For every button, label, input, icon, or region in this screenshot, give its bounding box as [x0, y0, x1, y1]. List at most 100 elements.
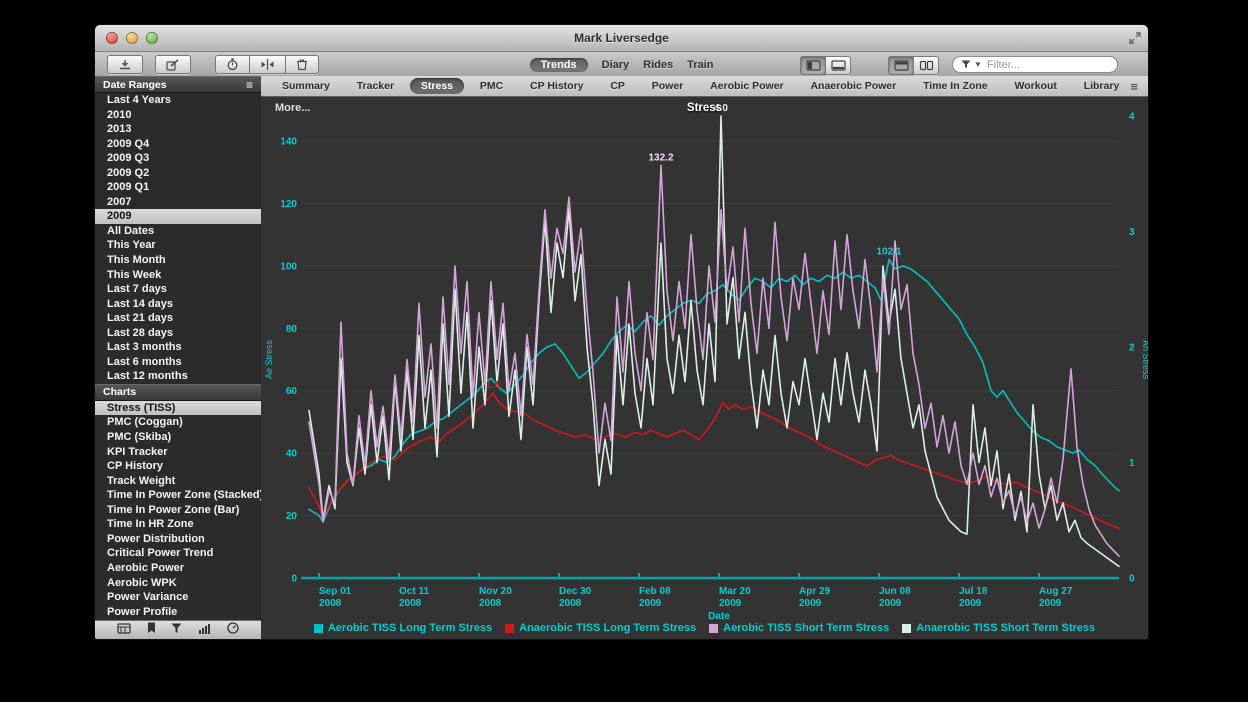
svg-text:132.2: 132.2: [648, 152, 673, 163]
filter-field[interactable]: ▼: [952, 56, 1118, 73]
svg-text:2009: 2009: [799, 598, 822, 609]
view-tab-trends[interactable]: Trends: [530, 58, 588, 72]
sidebar-item-power-variance[interactable]: Power Variance: [95, 590, 261, 605]
sidebar-item-2009-q1[interactable]: 2009 Q1: [95, 180, 261, 195]
view-tab-train[interactable]: Train: [687, 59, 713, 71]
chart-bars-icon[interactable]: [198, 621, 211, 639]
sidebar-item-time-in-power-zone-bar-[interactable]: Time In Power Zone (Bar): [95, 503, 261, 518]
fullscreen-arrows-icon[interactable]: [1129, 31, 1141, 49]
sidebar-item-time-in-hr-zone[interactable]: Time In HR Zone: [95, 517, 261, 532]
sidebar-toggle-button[interactable]: [800, 56, 826, 75]
sidebar-item-last-3-months[interactable]: Last 3 months: [95, 340, 261, 355]
tab-time-in-zone[interactable]: Time In Zone: [912, 80, 999, 92]
summary-view-icon[interactable]: [117, 621, 131, 639]
svg-text:Ae Stress: Ae Stress: [264, 339, 274, 379]
section-menu-icon[interactable]: ≡: [246, 78, 253, 92]
tab-workout[interactable]: Workout: [1003, 80, 1067, 92]
title-bar[interactable]: Mark Liversedge: [95, 25, 1148, 52]
close-icon[interactable]: [106, 32, 118, 44]
tab-power[interactable]: Power: [641, 80, 695, 92]
zoom-icon[interactable]: [146, 32, 158, 44]
sidebar-item-this-week[interactable]: This Week: [95, 268, 261, 283]
tab-tracker[interactable]: Tracker: [346, 80, 405, 92]
sidebar-item-2009[interactable]: 2009: [95, 209, 261, 224]
sidebar-item-stress-tiss-[interactable]: Stress (TISS): [95, 401, 261, 416]
bottombar-toggle-button[interactable]: [826, 56, 851, 75]
sidebar-item-all-dates[interactable]: All Dates: [95, 224, 261, 239]
svg-text:2009: 2009: [959, 598, 982, 609]
svg-text:Sep 01: Sep 01: [319, 586, 352, 597]
svg-text:2009: 2009: [879, 598, 902, 609]
chevron-down-icon[interactable]: ▼: [974, 60, 982, 69]
tab-summary[interactable]: Summary: [271, 80, 341, 92]
tabbar-menu-icon[interactable]: ≡: [1130, 79, 1138, 94]
view-tab-diary[interactable]: Diary: [602, 59, 630, 71]
sidebar-item-this-month[interactable]: This Month: [95, 253, 261, 268]
sidebar-item-power-distribution[interactable]: Power Distribution: [95, 532, 261, 547]
sidebar-item-track-weight[interactable]: Track Weight: [95, 474, 261, 489]
sidebar-item-pmc-coggan-[interactable]: PMC (Coggan): [95, 415, 261, 430]
tabbed-view-button[interactable]: [888, 56, 914, 75]
layout-toggle-group: [888, 56, 939, 75]
sidebar: Date Ranges≡Last 4 Years201020132009 Q42…: [95, 76, 262, 639]
svg-text:Feb 08: Feb 08: [639, 586, 671, 597]
stress-plot[interactable]: 020406080100120140Ae Stress01234An Stres…: [261, 97, 1148, 639]
sidebar-item-2009-q4[interactable]: 2009 Q4: [95, 137, 261, 152]
sidebar-item-last-14-days[interactable]: Last 14 days: [95, 297, 261, 312]
sidebar-item-2009-q2[interactable]: 2009 Q2: [95, 166, 261, 181]
tab-aerobic-power[interactable]: Aerobic Power: [699, 80, 795, 92]
split-button[interactable]: [250, 55, 286, 74]
edit-button[interactable]: [155, 55, 191, 74]
traffic-lights: [106, 32, 158, 44]
sidebar-item-last-4-years[interactable]: Last 4 Years: [95, 93, 261, 108]
svg-text:1: 1: [1129, 458, 1135, 469]
sidebar-item-time-in-power-zone-stacked-[interactable]: Time In Power Zone (Stacked): [95, 488, 261, 503]
tab-library[interactable]: Library: [1073, 80, 1131, 92]
svg-text:102.1: 102.1: [876, 246, 901, 257]
svg-text:3: 3: [1129, 227, 1135, 238]
sidebar-item-2010[interactable]: 2010: [95, 108, 261, 123]
sidebar-item-last-7-days[interactable]: Last 7 days: [95, 282, 261, 297]
section-header-date-ranges[interactable]: Date Ranges≡: [95, 76, 261, 93]
tab-cp-history[interactable]: CP History: [519, 80, 595, 92]
sidebar-item-2013[interactable]: 2013: [95, 122, 261, 137]
sidebar-item-pmc-skiba-[interactable]: PMC (Skiba): [95, 430, 261, 445]
sidebar-item-cp-history[interactable]: CP History: [95, 459, 261, 474]
minimize-icon[interactable]: [126, 32, 138, 44]
gauge-icon[interactable]: [227, 621, 239, 639]
filter-funnel-icon[interactable]: [171, 621, 182, 639]
tab-pmc[interactable]: PMC: [469, 80, 514, 92]
sidebar-item-last-6-months[interactable]: Last 6 months: [95, 355, 261, 370]
import-button[interactable]: [107, 55, 143, 74]
sidebar-item-last-28-days[interactable]: Last 28 days: [95, 326, 261, 341]
funnel-icon: [961, 56, 971, 74]
svg-text:Oct 11: Oct 11: [399, 586, 429, 597]
view-tab-rides[interactable]: Rides: [643, 59, 673, 71]
legend-label: Anaerobic TISS Short Term Stress: [916, 622, 1095, 634]
tab-cp[interactable]: CP: [599, 80, 636, 92]
sidebar-item-2007[interactable]: 2007: [95, 195, 261, 210]
section-header-charts[interactable]: Charts: [95, 384, 261, 401]
bookmark-icon[interactable]: [147, 621, 156, 639]
sidebar-item-last-21-days[interactable]: Last 21 days: [95, 311, 261, 326]
sidebar-item-critical-power-trend[interactable]: Critical Power Trend: [95, 546, 261, 561]
sidebar-item-power-profile[interactable]: Power Profile: [95, 605, 261, 620]
sidebar-item-2009-q3[interactable]: 2009 Q3: [95, 151, 261, 166]
tab-anaerobic-power[interactable]: Anaerobic Power: [799, 80, 907, 92]
legend-label: Aerobic TISS Long Term Stress: [328, 622, 492, 634]
legend-entry-0: Aerobic TISS Long Term Stress: [314, 622, 492, 634]
more-link[interactable]: More...: [275, 102, 310, 114]
sidebar-item-this-year[interactable]: This Year: [95, 238, 261, 253]
sidebar-item-kpi-tracker[interactable]: KPI Tracker: [95, 445, 261, 460]
svg-text:60: 60: [286, 386, 298, 397]
filter-input[interactable]: [985, 58, 1099, 72]
sidebar-item-aerobic-power[interactable]: Aerobic Power: [95, 561, 261, 576]
section-header-label: Charts: [103, 386, 136, 398]
sidebar-item-aerobic-wpk[interactable]: Aerobic WPK: [95, 576, 261, 591]
delete-button[interactable]: [286, 55, 319, 74]
sidebar-item-last-12-months[interactable]: Last 12 months: [95, 369, 261, 384]
tiled-view-button[interactable]: [914, 56, 939, 75]
chart-panel: More... Stress 020406080100120140Ae Stre…: [261, 97, 1148, 639]
tab-stress[interactable]: Stress: [410, 78, 464, 94]
stopwatch-button[interactable]: [215, 55, 250, 74]
